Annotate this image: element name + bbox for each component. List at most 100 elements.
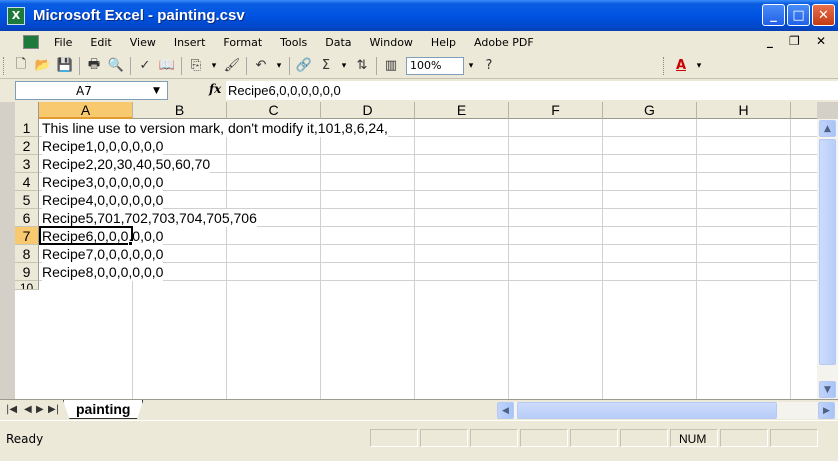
insert-function-icon[interactable]: fx xyxy=(209,82,221,96)
gridline xyxy=(696,119,697,399)
menu-view[interactable]: View xyxy=(121,36,165,49)
cell-a8[interactable]: Recipe7,0,0,0,0,0,0 xyxy=(42,245,164,263)
row-header[interactable]: 9 xyxy=(15,263,39,281)
undo-icon[interactable]: ↶ xyxy=(250,55,272,77)
gridline xyxy=(790,119,791,399)
column-header-h[interactable]: H xyxy=(697,102,791,119)
chart-wizard-icon[interactable]: ▥ xyxy=(380,55,402,77)
toolbar-separator xyxy=(181,56,182,75)
row-header[interactable]: 4 xyxy=(15,173,39,191)
row-header[interactable]: 8 xyxy=(15,245,39,263)
excel-app-icon[interactable]: X xyxy=(7,6,25,25)
paste-dropdown-icon[interactable]: ▾ xyxy=(207,57,221,75)
row-header[interactable]: 1 xyxy=(15,119,39,137)
scroll-right-icon[interactable]: ▶ xyxy=(818,402,835,419)
font-color-dropdown-icon[interactable]: ▾ xyxy=(692,57,706,75)
new-icon[interactable]: 🗋 xyxy=(10,55,32,77)
spelling-icon[interactable]: ✓ xyxy=(134,55,156,77)
select-all-corner[interactable] xyxy=(15,102,39,119)
scroll-down-icon[interactable]: ▼ xyxy=(819,381,836,398)
row-header[interactable]: 10 xyxy=(15,281,39,290)
column-header-e[interactable]: E xyxy=(415,102,509,119)
menu-help[interactable]: Help xyxy=(422,36,465,49)
menu-insert[interactable]: Insert xyxy=(165,36,215,49)
row-header[interactable]: 7 xyxy=(15,227,39,245)
menu-adobe-pdf[interactable]: Adobe PDF xyxy=(465,36,543,49)
status-panel xyxy=(570,429,618,447)
help-icon[interactable]: ? xyxy=(478,55,500,77)
column-header-g[interactable]: G xyxy=(603,102,697,119)
open-icon[interactable]: 📂 xyxy=(32,55,54,77)
close-button[interactable]: ✕ xyxy=(812,4,835,26)
scroll-left-icon[interactable]: ◀ xyxy=(497,402,514,419)
column-header-d[interactable]: D xyxy=(321,102,415,119)
status-panel xyxy=(620,429,668,447)
vertical-scroll-thumb[interactable] xyxy=(819,139,836,365)
print-preview-icon[interactable]: 🔍 xyxy=(105,55,127,77)
menu-bar: File Edit View Insert Format Tools Data … xyxy=(0,31,838,53)
menu-data[interactable]: Data xyxy=(316,36,360,49)
row-header[interactable]: 2 xyxy=(15,137,39,155)
vertical-scrollbar[interactable]: ▲ ▼ xyxy=(817,119,838,399)
sheet-tab-painting[interactable]: painting xyxy=(63,400,144,419)
first-sheet-icon[interactable]: |◀ xyxy=(6,404,17,415)
autosum-dropdown-icon[interactable]: ▾ xyxy=(337,57,351,75)
zoom-dropdown-icon[interactable]: ▾ xyxy=(464,57,478,75)
column-header-b[interactable]: B xyxy=(133,102,227,119)
cell-a6[interactable]: Recipe5,701,702,703,704,705,706 xyxy=(42,209,257,227)
row-header[interactable]: 5 xyxy=(15,191,39,209)
maximize-button[interactable]: □ xyxy=(787,4,810,26)
status-panel xyxy=(770,429,818,447)
formatting-toolbar-grip[interactable] xyxy=(663,56,666,75)
autosum-icon[interactable]: Σ xyxy=(315,55,337,77)
document-icon[interactable] xyxy=(23,35,39,49)
menu-file[interactable]: File xyxy=(45,36,81,49)
font-color-icon[interactable]: A xyxy=(670,55,692,77)
formula-input[interactable]: Recipe6,0,0,0,0,0,0 xyxy=(226,81,838,100)
cell-a2[interactable]: Recipe1,0,0,0,0,0,0 xyxy=(42,137,164,155)
cell-a5[interactable]: Recipe4,0,0,0,0,0,0 xyxy=(42,191,164,209)
copy-icon[interactable]: ⎘ xyxy=(185,55,207,77)
print-icon[interactable]: 🖶 xyxy=(83,55,105,77)
menu-format[interactable]: Format xyxy=(214,36,271,49)
status-text: Ready xyxy=(6,432,44,446)
last-sheet-icon[interactable]: ▶| xyxy=(48,404,59,415)
worksheet-grid[interactable]: A B C D E F G H 1 2 3 4 5 6 7 8 9 10 Thi… xyxy=(15,102,817,399)
toolbar-separator xyxy=(79,56,80,75)
scroll-up-icon[interactable]: ▲ xyxy=(819,120,836,137)
next-sheet-icon[interactable]: ▶ xyxy=(36,404,44,415)
cell-a3[interactable]: Recipe2,20,30,40,50,60,70 xyxy=(42,155,211,173)
cell-a1[interactable]: This line use to version mark, don't mod… xyxy=(42,119,388,137)
status-panel xyxy=(470,429,518,447)
save-icon[interactable]: 💾 xyxy=(54,55,76,77)
prev-sheet-icon[interactable]: ◀ xyxy=(24,404,32,415)
undo-dropdown-icon[interactable]: ▾ xyxy=(272,57,286,75)
hyperlink-icon[interactable]: 🔗 xyxy=(293,55,315,77)
zoom-select[interactable]: 100% xyxy=(406,56,464,75)
active-cell-border[interactable] xyxy=(39,226,133,245)
column-header-c[interactable]: C xyxy=(227,102,321,119)
fill-handle[interactable] xyxy=(128,241,133,246)
row-header[interactable]: 6 xyxy=(15,209,39,227)
name-box-dropdown-icon[interactable]: ▼ xyxy=(153,86,160,96)
column-header-a[interactable]: A xyxy=(39,102,133,119)
gridline xyxy=(226,119,227,399)
horizontal-scroll-thumb[interactable] xyxy=(517,402,777,419)
sort-ascending-icon[interactable]: ⇅ xyxy=(351,55,373,77)
cell-a9[interactable]: Recipe8,0,0,0,0,0,0 xyxy=(42,263,164,281)
menu-edit[interactable]: Edit xyxy=(81,36,120,49)
toolbar-separator xyxy=(246,56,247,75)
minimize-button[interactable]: _ xyxy=(762,4,785,26)
name-box[interactable]: A7 xyxy=(15,81,168,100)
horizontal-scrollbar[interactable]: ◀ ▶ xyxy=(497,402,838,419)
document-window-controls[interactable]: _ ❐ ✕ xyxy=(767,34,832,48)
format-painter-icon[interactable]: 🖌 xyxy=(221,55,243,77)
research-icon[interactable]: 📖 xyxy=(156,55,178,77)
column-header-f[interactable]: F xyxy=(509,102,603,119)
row-header[interactable]: 3 xyxy=(15,155,39,173)
menu-window[interactable]: Window xyxy=(361,36,422,49)
toolbar-grip[interactable] xyxy=(3,56,6,75)
cell-a4[interactable]: Recipe3,0,0,0,0,0,0 xyxy=(42,173,164,191)
menu-tools[interactable]: Tools xyxy=(271,36,316,49)
gridline xyxy=(602,119,603,399)
